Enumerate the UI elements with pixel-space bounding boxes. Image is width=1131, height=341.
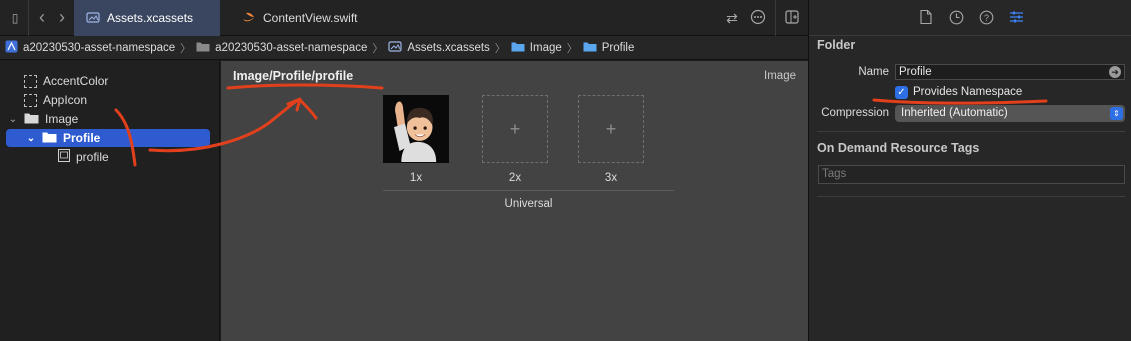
name-label: Name bbox=[858, 66, 889, 78]
asset-navigator: AccentColor AppIcon ⌄ Image ⌄ Profile pr… bbox=[0, 61, 220, 341]
disclosure-chevron-down-icon[interactable]: ⌄ bbox=[26, 133, 36, 144]
app-project-icon bbox=[5, 40, 18, 56]
asset-title: Image/Profile/profile bbox=[233, 69, 354, 83]
provides-namespace-label: Provides Namespace bbox=[913, 86, 1023, 98]
navigator-item-label: Profile bbox=[63, 131, 101, 145]
add-icon: + bbox=[509, 118, 521, 139]
breadcrumb: a20230530-asset-namespace 〉 a20230530-as… bbox=[0, 36, 808, 60]
add-editor-icon[interactable] bbox=[783, 9, 801, 27]
folder-icon bbox=[583, 41, 597, 55]
inspector-panel: ? Folder Name Profile ➜ ✓ Provides Names… bbox=[808, 0, 1131, 341]
slot-label-3x: 3x bbox=[604, 172, 618, 184]
svg-text:?: ? bbox=[983, 13, 988, 23]
tab-separator bbox=[775, 0, 776, 36]
navigator-item-profile[interactable]: ⌄ Profile bbox=[6, 129, 210, 147]
breadcrumb-separator: 〉 bbox=[372, 42, 384, 55]
navigator-item-image[interactable]: ⌄ Image bbox=[6, 110, 210, 128]
disclosure-chevron-down-icon[interactable]: ⌄ bbox=[8, 114, 18, 125]
breadcrumb-item[interactable]: Image bbox=[511, 41, 562, 55]
breadcrumb-label: Image bbox=[529, 41, 562, 54]
breadcrumb-label: a20230530-asset-namespace bbox=[215, 41, 368, 54]
navigator-item-label: Image bbox=[45, 112, 79, 126]
asset-editor: Image/Profile/profile Image + + 1x 2x 3x… bbox=[221, 61, 808, 341]
tab-label: Assets.xcassets bbox=[107, 11, 194, 25]
editor-tab-bar: ▯ ‹ › Assets.xcassets ContentView.swift … bbox=[0, 0, 808, 36]
help-inspector-icon[interactable]: ? bbox=[978, 10, 994, 26]
compression-label: Compression bbox=[821, 107, 889, 119]
asset-catalog-icon bbox=[86, 11, 100, 26]
breadcrumb-item[interactable]: Assets.xcassets bbox=[388, 40, 490, 55]
memoji-avatar bbox=[383, 96, 449, 162]
tags-placeholder: Tags bbox=[822, 168, 847, 180]
breadcrumb-item[interactable]: a20230530-asset-namespace bbox=[5, 40, 175, 56]
slot-label-2x: 2x bbox=[508, 172, 522, 184]
swift-icon bbox=[242, 11, 256, 26]
image-set-icon bbox=[58, 149, 70, 165]
back-chevron-icon[interactable]: ‹ bbox=[33, 8, 51, 28]
name-field-value: Profile bbox=[899, 66, 932, 78]
tab-contentview-swift[interactable]: ContentView.swift bbox=[230, 0, 370, 36]
slot-group-divider bbox=[383, 190, 674, 191]
navigator-item-label: AppIcon bbox=[43, 93, 88, 107]
compression-value: Inherited (Automatic) bbox=[901, 107, 1008, 119]
image-slot-1x[interactable] bbox=[383, 95, 449, 163]
image-slot-2x[interactable]: + bbox=[482, 95, 548, 163]
tab-separator bbox=[28, 0, 29, 36]
breadcrumb-label: Assets.xcassets bbox=[407, 41, 490, 54]
tab-label: ContentView.swift bbox=[263, 11, 358, 25]
folder-icon bbox=[511, 41, 525, 55]
checkmark-icon: ✓ bbox=[897, 87, 906, 98]
image-slot-3x[interactable]: + bbox=[578, 95, 644, 163]
section-title-folder: Folder bbox=[817, 38, 856, 52]
section-title-odr-tags: On Demand Resource Tags bbox=[817, 141, 980, 155]
compression-select[interactable]: Inherited (Automatic) ⇕ bbox=[895, 105, 1125, 122]
navigator-item-label: AccentColor bbox=[43, 74, 109, 88]
section-divider bbox=[817, 196, 1125, 197]
breadcrumb-item[interactable]: a20230530-asset-namespace bbox=[196, 41, 367, 55]
inspector-tab-bar: ? bbox=[809, 0, 1131, 36]
go-arrow-icon[interactable]: ➜ bbox=[1109, 66, 1121, 78]
folder-icon bbox=[24, 112, 39, 127]
tab-assets-xcassets[interactable]: Assets.xcassets bbox=[74, 0, 220, 36]
chevron-up-down-icon: ⇕ bbox=[1110, 107, 1123, 120]
folder-icon bbox=[42, 131, 57, 146]
navigator-item-accentcolor[interactable]: AccentColor bbox=[6, 72, 210, 90]
breadcrumb-label: a20230530-asset-namespace bbox=[23, 41, 176, 54]
sidebar-toggle-icon[interactable]: ▯ bbox=[6, 9, 24, 27]
provides-namespace-checkbox[interactable]: ✓ bbox=[895, 86, 908, 99]
navigator-item-label: profile bbox=[76, 150, 109, 164]
add-icon: + bbox=[605, 118, 617, 139]
breadcrumb-item[interactable]: Profile bbox=[583, 41, 635, 55]
slot-label-1x: 1x bbox=[409, 172, 423, 184]
breadcrumb-separator: 〉 bbox=[180, 42, 192, 55]
asset-catalog-icon bbox=[388, 40, 402, 55]
history-inspector-icon[interactable] bbox=[948, 10, 964, 26]
file-inspector-icon[interactable] bbox=[918, 9, 934, 26]
forward-chevron-icon[interactable]: › bbox=[53, 8, 71, 28]
section-divider bbox=[817, 131, 1125, 132]
swap-arrows-icon[interactable]: ⇄ bbox=[723, 9, 741, 27]
navigator-item-appicon[interactable]: AppIcon bbox=[6, 91, 210, 109]
app-icon-set-icon bbox=[24, 93, 37, 107]
breadcrumb-separator: 〉 bbox=[566, 42, 578, 55]
breadcrumb-label: Profile bbox=[601, 41, 635, 54]
asset-type-label: Image bbox=[764, 70, 796, 82]
slot-group-label: Universal bbox=[504, 198, 553, 210]
name-field[interactable]: Profile ➜ bbox=[895, 64, 1125, 80]
breadcrumb-separator: 〉 bbox=[494, 42, 506, 55]
more-options-icon[interactable] bbox=[749, 9, 767, 27]
attributes-inspector-icon[interactable] bbox=[1008, 10, 1024, 26]
color-set-icon bbox=[24, 74, 37, 88]
folder-icon bbox=[196, 41, 210, 55]
navigator-item-profile-image[interactable]: profile bbox=[6, 148, 210, 166]
tags-input[interactable]: Tags bbox=[818, 165, 1125, 184]
